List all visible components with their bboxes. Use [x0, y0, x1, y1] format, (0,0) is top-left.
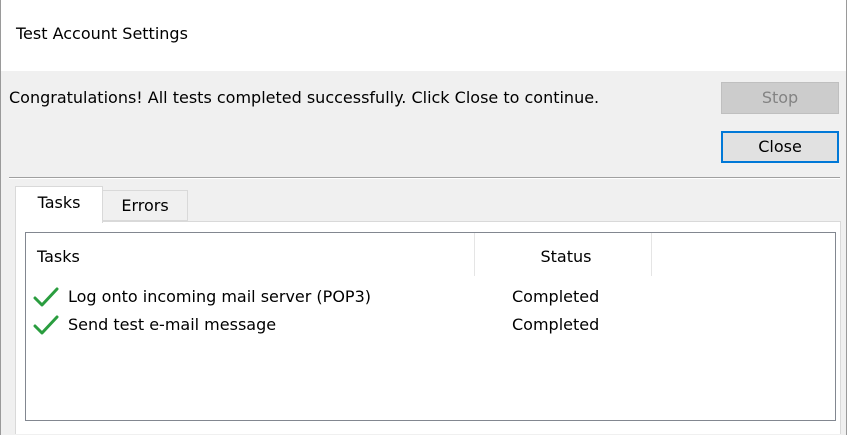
test-account-settings-dialog: Test Account Settings Congratulations! A… [0, 0, 847, 435]
task-status: Completed [512, 287, 600, 306]
status-message: Congratulations! All tests completed suc… [9, 88, 600, 107]
stop-button[interactable]: Stop [721, 82, 839, 114]
tasks-list-view[interactable]: Tasks Status Log onto incoming mail serv… [25, 232, 836, 421]
column-header-tasks[interactable]: Tasks [37, 247, 80, 267]
task-status: Completed [512, 315, 600, 334]
separator-line [9, 177, 840, 179]
table-row[interactable]: Send test e-mail message Completed [26, 313, 835, 337]
column-divider[interactable] [474, 233, 475, 276]
task-name: Log onto incoming mail server (POP3) [68, 287, 371, 306]
green-checkmark-icon [33, 315, 59, 335]
column-divider[interactable] [651, 233, 652, 276]
dialog-title: Test Account Settings [16, 24, 188, 43]
green-checkmark-icon [33, 287, 59, 307]
title-bar: Test Account Settings [1, 0, 846, 71]
tab-errors[interactable]: Errors [103, 190, 188, 221]
close-button[interactable]: Close [721, 131, 839, 163]
task-name: Send test e-mail message [68, 315, 277, 334]
column-header-status[interactable]: Status [536, 247, 596, 267]
table-row[interactable]: Log onto incoming mail server (POP3) Com… [26, 285, 835, 309]
tab-tasks[interactable]: Tasks [15, 186, 103, 223]
